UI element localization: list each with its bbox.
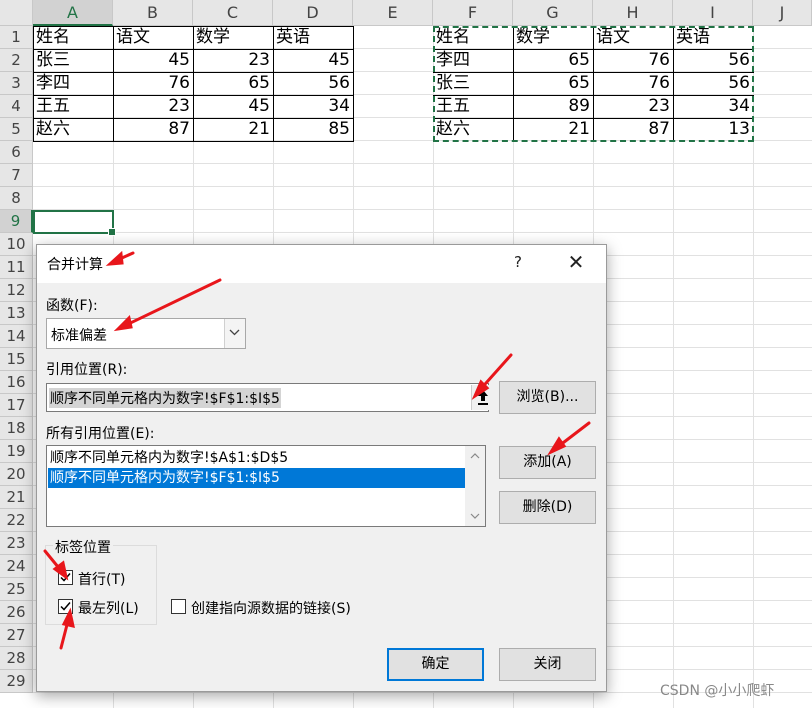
table-cell[interactable]: 23 — [113, 95, 193, 118]
active-cell-a9[interactable] — [33, 210, 116, 236]
row-header-13[interactable]: 13 — [0, 302, 33, 325]
list-scrollbar[interactable] — [465, 446, 485, 526]
header-cell[interactable]: 数学 — [193, 26, 273, 49]
table-cell[interactable]: 21 — [193, 118, 273, 141]
header-cell[interactable]: 英语 — [273, 26, 353, 49]
row-header-1[interactable]: 1 — [0, 26, 33, 49]
delete-button[interactable]: 删除(D) — [499, 491, 596, 524]
table-cell[interactable]: 王五 — [33, 95, 113, 118]
row-header-24[interactable]: 24 — [0, 555, 33, 578]
row-header-8[interactable]: 8 — [0, 187, 33, 210]
collapse-dialog-button[interactable] — [471, 385, 494, 410]
header-cell[interactable]: 姓名 — [33, 26, 113, 49]
row-header-10[interactable]: 10 — [0, 233, 33, 256]
reference-input[interactable]: 顺序不同单元格内为数字!$F$1:$I$5 — [46, 383, 494, 412]
row-header-23[interactable]: 23 — [0, 532, 33, 555]
dialog-titlebar[interactable]: 合并计算 ? ✕ — [37, 245, 606, 283]
column-header-h[interactable]: H — [593, 0, 673, 26]
row-header-28[interactable]: 28 — [0, 647, 33, 670]
row-header-22[interactable]: 22 — [0, 509, 33, 532]
row-header-26[interactable]: 26 — [0, 601, 33, 624]
ok-button[interactable]: 确定 — [387, 648, 484, 681]
fill-handle[interactable] — [108, 228, 116, 236]
function-value: 标准偏差 — [51, 328, 107, 344]
table-cell[interactable]: 45 — [193, 95, 273, 118]
browse-button[interactable]: 浏览(B)... — [499, 381, 596, 414]
dialog-title: 合并计算 — [47, 257, 103, 273]
row-header-3[interactable]: 3 — [0, 72, 33, 95]
top-row-label: 首行(T) — [78, 572, 126, 588]
link-source-label: 创建指向源数据的链接(S) — [191, 601, 351, 617]
table-cell[interactable]: 45 — [273, 49, 353, 72]
table-cell[interactable]: 65 — [193, 72, 273, 95]
column-header-f[interactable]: F — [433, 0, 513, 26]
column-header-e[interactable]: E — [353, 0, 433, 26]
row-header-2[interactable]: 2 — [0, 49, 33, 72]
close-button[interactable]: 关闭 — [499, 648, 596, 681]
watermark: CSDN @小小爬虾 — [660, 683, 775, 699]
row-header-17[interactable]: 17 — [0, 394, 33, 417]
function-label: 函数(F): — [46, 298, 98, 314]
reference-label: 引用位置(R): — [46, 362, 128, 378]
column-header-d[interactable]: D — [273, 0, 353, 26]
table-cell[interactable]: 87 — [113, 118, 193, 141]
row-header-19[interactable]: 19 — [0, 440, 33, 463]
top-row-checkbox[interactable] — [58, 570, 73, 585]
column-header-c[interactable]: C — [193, 0, 273, 26]
chevron-down-icon[interactable] — [224, 319, 245, 348]
row-header-11[interactable]: 11 — [0, 256, 33, 279]
table-cell[interactable]: 赵六 — [33, 118, 113, 141]
column-header-j[interactable]: J — [753, 0, 812, 26]
consolidate-dialog: 合并计算 ? ✕ 函数(F): 标准偏差 引用位置(R): 顺序不同单元格内为数… — [36, 244, 607, 692]
header-cell[interactable]: 语文 — [113, 26, 193, 49]
row-header-18[interactable]: 18 — [0, 417, 33, 440]
row-header-4[interactable]: 4 — [0, 95, 33, 118]
list-item-selected[interactable]: 顺序不同单元格内为数字!$F$1:$I$5 — [48, 468, 465, 488]
table-cell[interactable]: 李四 — [33, 72, 113, 95]
left-column-label: 最左列(L) — [78, 601, 139, 617]
row-header-21[interactable]: 21 — [0, 486, 33, 509]
table-cell[interactable]: 85 — [273, 118, 353, 141]
row-header-25[interactable]: 25 — [0, 578, 33, 601]
checkmark-icon — [60, 602, 71, 611]
row-header-5[interactable]: 5 — [0, 118, 33, 141]
left-column-checkbox[interactable] — [58, 599, 73, 614]
table-cell[interactable]: 56 — [273, 72, 353, 95]
table-cell[interactable]: 张三 — [33, 49, 113, 72]
select-all-corner[interactable] — [0, 0, 33, 26]
all-references-label: 所有引用位置(E): — [46, 426, 155, 442]
table-cell[interactable]: 76 — [113, 72, 193, 95]
labels-group-title: 标签位置 — [53, 537, 113, 557]
table-cell[interactable]: 34 — [273, 95, 353, 118]
row-header-20[interactable]: 20 — [0, 463, 33, 486]
column-header-i[interactable]: I — [673, 0, 753, 26]
copy-marquee — [433, 26, 754, 142]
row-header-15[interactable]: 15 — [0, 348, 33, 371]
help-button[interactable]: ? — [511, 253, 525, 271]
column-header-b[interactable]: B — [113, 0, 193, 26]
row-header-14[interactable]: 14 — [0, 325, 33, 348]
column-header-a[interactable]: A — [33, 0, 113, 26]
row-header-9[interactable]: 9 — [0, 210, 33, 233]
table-cell[interactable]: 23 — [193, 49, 273, 72]
close-icon[interactable]: ✕ — [567, 251, 585, 273]
table-cell[interactable]: 45 — [113, 49, 193, 72]
row-header-7[interactable]: 7 — [0, 164, 33, 187]
all-references-list[interactable]: 顺序不同单元格内为数字!$A$1:$D$5 顺序不同单元格内为数字!$F$1:$… — [46, 445, 486, 527]
link-source-checkbox[interactable] — [171, 599, 186, 614]
checkmark-icon — [60, 573, 71, 582]
row-header-16[interactable]: 16 — [0, 371, 33, 394]
column-header-g[interactable]: G — [513, 0, 593, 26]
add-button[interactable]: 添加(A) — [499, 446, 596, 479]
row-header-29[interactable]: 29 — [0, 670, 33, 693]
collapse-arrow-icon — [478, 390, 488, 405]
function-select[interactable]: 标准偏差 — [46, 318, 246, 349]
reference-value: 顺序不同单元格内为数字!$F$1:$I$5 — [49, 388, 281, 408]
row-header-27[interactable]: 27 — [0, 624, 33, 647]
row-header-6[interactable]: 6 — [0, 141, 33, 164]
list-item[interactable]: 顺序不同单元格内为数字!$A$1:$D$5 — [48, 448, 465, 468]
row-header-12[interactable]: 12 — [0, 279, 33, 302]
